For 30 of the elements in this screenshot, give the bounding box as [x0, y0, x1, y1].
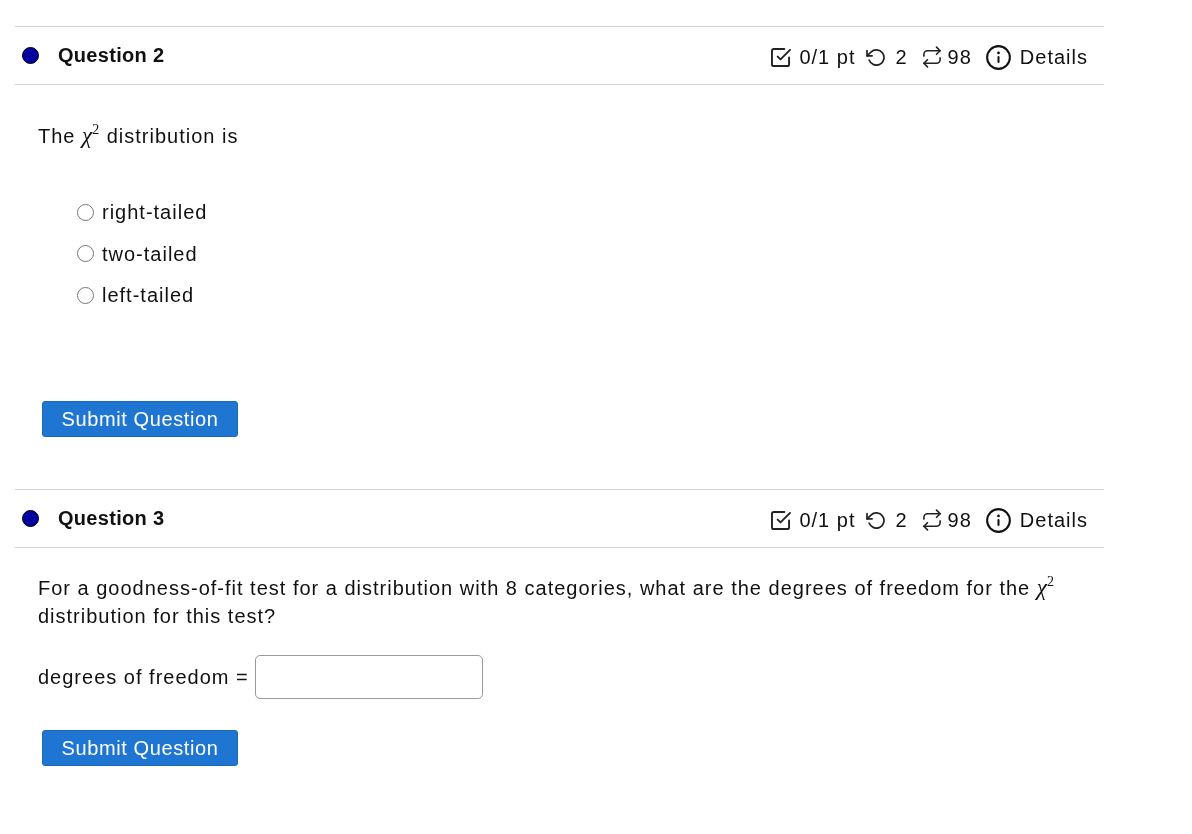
question-prompt: The χ$^{2}$ distribution is: [38, 122, 240, 150]
repeat-arrows-icon: [922, 46, 941, 68]
field-label: degrees of freedom =: [38, 665, 249, 690]
score-text: 0/1 pt: [799, 508, 856, 532]
details-button[interactable]: Details: [985, 44, 1088, 70]
retries-count: 98: [947, 45, 972, 69]
submit-button[interactable]: Submit Question: [42, 401, 238, 437]
info-icon: [985, 507, 1011, 533]
submit-button[interactable]: Submit Question: [42, 730, 238, 766]
option-label[interactable]: two-tailed: [102, 239, 198, 268]
attempts-count: 2: [895, 45, 908, 69]
question-title: Question 2: [58, 44, 165, 67]
retries-count: 98: [947, 508, 972, 532]
radio-button[interactable]: [77, 245, 94, 262]
checked-box-icon: [771, 47, 792, 67]
info-icon: [985, 44, 1011, 70]
question-prompt: For a goodness-of-fit test for a distribution with 8 categories, what are the degrees of freedom for the χ$^{2}$ distribution for this test?: [38, 574, 1056, 629]
attempts-count: 2: [895, 508, 908, 532]
question-title: Question 3: [58, 507, 165, 530]
radio-button[interactable]: [77, 203, 94, 221]
checked-box-icon: [771, 510, 792, 530]
repeat-arrows-icon: [922, 509, 941, 531]
undo-arrow-icon: [866, 511, 886, 529]
option-label[interactable]: right-tailed: [102, 198, 208, 226]
score-text: 0/1 pt: [799, 45, 856, 69]
option-label[interactable]: left-tailed: [102, 281, 195, 309]
undo-arrow-icon: [866, 48, 886, 66]
details-button[interactable]: Details: [985, 507, 1088, 533]
answer-field[interactable]: [254, 655, 483, 699]
radio-button[interactable]: [77, 286, 94, 304]
